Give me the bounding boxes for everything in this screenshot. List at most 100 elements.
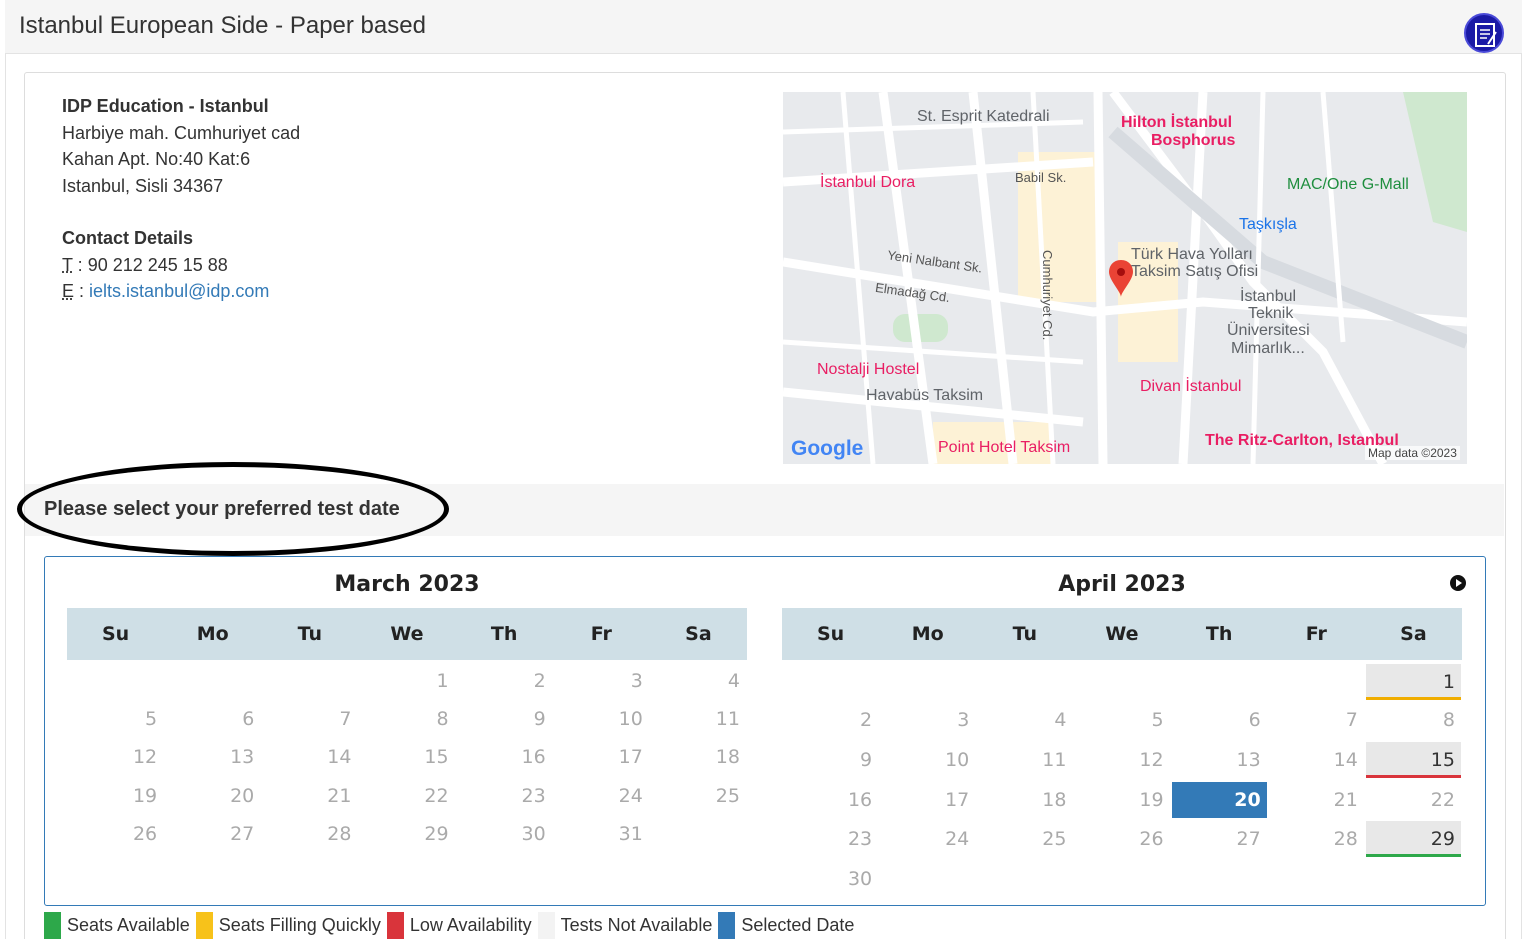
selected-date[interactable]: 20 bbox=[1172, 782, 1267, 818]
map-label-esprit: St. Esprit Katedrali bbox=[917, 108, 1050, 126]
map-label-divan: Divan İstanbul bbox=[1140, 378, 1241, 396]
weekday-label: We bbox=[358, 608, 455, 660]
calendar-day: 23 bbox=[457, 779, 552, 813]
calendar-day: 22 bbox=[359, 779, 454, 813]
calendar-day: 30 bbox=[457, 817, 552, 851]
legend-label: Tests Not Available bbox=[561, 915, 713, 936]
calendar-day: 13 bbox=[1172, 742, 1267, 778]
weekday-header-april: Su Mo Tu We Th Fr Sa bbox=[782, 608, 1462, 660]
legend-swatch bbox=[387, 912, 404, 939]
calendar-day: 24 bbox=[880, 821, 975, 857]
weekday-label: Fr bbox=[1268, 608, 1365, 660]
calendar-day: 2 bbox=[783, 702, 878, 738]
calendar-day: 22 bbox=[1366, 782, 1461, 818]
venue-name: IDP Education - Istanbul bbox=[62, 93, 300, 120]
legend-swatch bbox=[44, 912, 61, 939]
weekday-label: Th bbox=[456, 608, 553, 660]
legend-item: Seats Filling Quickly bbox=[196, 912, 381, 939]
address-line: Harbiye mah. Cumhuriyet cad bbox=[62, 120, 300, 147]
calendar-day: 9 bbox=[457, 702, 552, 736]
location-map[interactable]: St. Esprit Katedrali Hilton İstanbul Bos… bbox=[783, 92, 1467, 464]
calendar-day: 30 bbox=[783, 861, 878, 897]
calendar-day: 31 bbox=[554, 817, 649, 851]
map-label-taskisla: Taşkışla bbox=[1239, 216, 1297, 234]
email-link[interactable]: ielts.istanbul@idp.com bbox=[89, 281, 269, 301]
annotation-circle bbox=[17, 462, 449, 556]
calendar-day: 6 bbox=[1172, 702, 1267, 738]
calendar-day: 5 bbox=[68, 702, 163, 736]
map-label-havabus: Havabüs Taksim bbox=[866, 387, 983, 405]
calendar-day: 14 bbox=[1269, 742, 1364, 778]
calendar-day: 19 bbox=[1074, 782, 1169, 818]
test-date-filling[interactable]: 1 bbox=[1366, 664, 1461, 700]
weekday-label: Mo bbox=[879, 608, 976, 660]
calendar-day: 3 bbox=[554, 664, 649, 698]
calendar-day: 1 bbox=[359, 664, 454, 698]
venue-address: IDP Education - Istanbul Harbiye mah. Cu… bbox=[62, 93, 300, 305]
legend-swatch bbox=[196, 912, 213, 939]
legend-item: Tests Not Available bbox=[538, 912, 713, 939]
calendar-day: 8 bbox=[359, 702, 454, 736]
legend-swatch bbox=[718, 912, 735, 939]
map-streets bbox=[783, 92, 1467, 464]
weekday-label: Fr bbox=[553, 608, 650, 660]
calendar-day: 19 bbox=[68, 779, 163, 813]
map-label-thy: Türk Hava Yolları bbox=[1131, 246, 1253, 264]
month-title-april: April 2023 bbox=[782, 572, 1462, 597]
map-label-itu: İstanbul bbox=[1240, 288, 1296, 306]
legend-item: Selected Date bbox=[718, 912, 854, 939]
map-label-itu: Üniversitesi bbox=[1227, 322, 1310, 340]
calendar-day: 28 bbox=[262, 817, 357, 851]
divider bbox=[5, 54, 6, 939]
map-label-dora: İstanbul Dora bbox=[820, 174, 915, 192]
month-title-march: March 2023 bbox=[67, 572, 747, 597]
calendar-day: 25 bbox=[977, 821, 1072, 857]
legend-swatch bbox=[538, 912, 555, 939]
calendar-day: 10 bbox=[880, 742, 975, 778]
calendar-day: 11 bbox=[977, 742, 1072, 778]
map-label-nostalji: Nostalji Hostel bbox=[817, 361, 919, 379]
notepad-icon[interactable] bbox=[1464, 13, 1504, 53]
weekday-label: Th bbox=[1171, 608, 1268, 660]
legend: Seats Available Seats Filling Quickly Low … bbox=[44, 912, 860, 939]
legend-label: Seats Available bbox=[67, 915, 190, 936]
weekday-label: Su bbox=[67, 608, 164, 660]
map-label-point: Point Hotel Taksim bbox=[938, 439, 1070, 457]
weekday-header-march: Su Mo Tu We Th Fr Sa bbox=[67, 608, 747, 660]
calendar-day: 7 bbox=[1269, 702, 1364, 738]
test-date-available[interactable]: 29 bbox=[1366, 821, 1461, 857]
weekday-label: Su bbox=[782, 608, 879, 660]
calendar-day: 13 bbox=[165, 740, 260, 774]
map-label-thy: Taksim Satış Ofisi bbox=[1131, 263, 1258, 281]
calendar-day: 3 bbox=[880, 702, 975, 738]
map-label-itu: Mimarlık... bbox=[1231, 340, 1305, 358]
email-label: E bbox=[62, 281, 74, 301]
calendar-day: 12 bbox=[1074, 742, 1169, 778]
map-label-macone: MAC/One G-Mall bbox=[1287, 176, 1409, 194]
calendar-day: 17 bbox=[880, 782, 975, 818]
next-month-icon[interactable] bbox=[1450, 575, 1466, 591]
calendar-day: 25 bbox=[651, 779, 746, 813]
page-title: Istanbul European Side - Paper based bbox=[19, 12, 426, 40]
map-label-hilton: Hilton İstanbul bbox=[1121, 114, 1232, 132]
legend-label: Low Availability bbox=[410, 915, 532, 936]
legend-label: Seats Filling Quickly bbox=[219, 915, 381, 936]
calendar-day: 18 bbox=[977, 782, 1072, 818]
legend-item: Seats Available bbox=[44, 912, 190, 939]
map-attribution[interactable]: Map data ©2023 bbox=[1365, 446, 1460, 460]
divider bbox=[1521, 54, 1522, 939]
map-label-babil: Babil Sk. bbox=[1015, 170, 1066, 185]
test-date-low[interactable]: 15 bbox=[1366, 742, 1461, 778]
calendar-day: 17 bbox=[554, 740, 649, 774]
phone-line: T : 90 212 245 15 88 bbox=[62, 252, 300, 279]
calendar-day: 27 bbox=[1172, 821, 1267, 857]
weekday-label: Tu bbox=[976, 608, 1073, 660]
calendar-day: 10 bbox=[554, 702, 649, 736]
map-label-hilton: Bosphorus bbox=[1151, 132, 1235, 150]
calendar-day: 2 bbox=[457, 664, 552, 698]
map-label-cumhuriyet: Cumhuriyet Cd. bbox=[1040, 250, 1055, 340]
legend-label: Selected Date bbox=[741, 915, 854, 936]
weekday-label: Sa bbox=[1365, 608, 1462, 660]
calendar-day: 15 bbox=[359, 740, 454, 774]
calendar-day: 16 bbox=[457, 740, 552, 774]
